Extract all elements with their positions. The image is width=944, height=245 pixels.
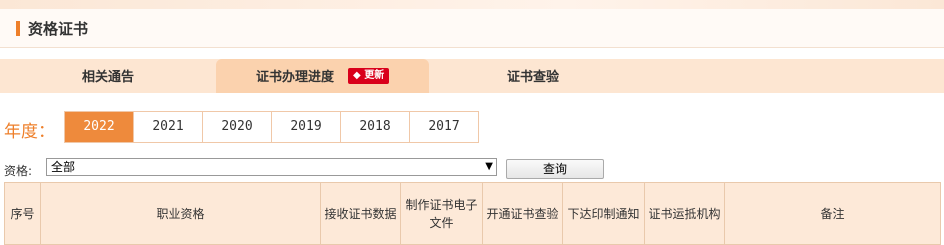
tab-label: 证书办理进度: [256, 70, 335, 85]
year-option[interactable]: 2021: [134, 112, 203, 142]
column-header: 证书运抵机构: [644, 182, 725, 245]
tab-certificate-progress[interactable]: 证书办理进度 ◆ 更新: [216, 59, 429, 93]
column-header: 序号: [4, 182, 41, 245]
page-title: 资格证书: [28, 20, 89, 38]
column-header: 接收证书数据: [320, 182, 401, 245]
qualification-select[interactable]: 全部 ▼: [46, 158, 497, 176]
tab-announcements[interactable]: 相关通告: [82, 59, 134, 93]
year-option[interactable]: 2018: [341, 112, 410, 142]
table-header-row: 序号 职业资格 接收证书数据 制作证书电子文件 开通证书查验 下达印制通知 证书…: [4, 182, 941, 245]
year-option[interactable]: 2019: [272, 112, 341, 142]
qualification-label: 资格:: [4, 164, 33, 178]
year-option[interactable]: 2022: [65, 112, 134, 142]
search-button[interactable]: 查询: [506, 159, 604, 179]
select-value: 全部: [51, 160, 76, 174]
top-decor-strip: [0, 0, 944, 9]
column-header: 下达印制通知: [562, 182, 645, 245]
year-label: 年度：: [4, 122, 55, 142]
tab-label: 相关通告: [82, 70, 135, 85]
tab-certificate-verification[interactable]: 证书查验: [507, 59, 559, 93]
update-badge: ◆ 更新: [348, 67, 390, 84]
section-header: 资格证书: [0, 9, 944, 48]
column-header: 职业资格: [40, 182, 321, 245]
column-header: 备注: [724, 182, 941, 245]
flame-icon: ◆: [353, 69, 361, 81]
column-header: 制作证书电子文件: [400, 182, 483, 245]
year-option[interactable]: 2017: [410, 112, 478, 142]
tab-label: 证书查验: [507, 70, 560, 85]
column-header: 开通证书查验: [482, 182, 563, 245]
progress-table: 序号 职业资格 接收证书数据 制作证书电子文件 开通证书查验 下达印制通知 证书…: [4, 182, 941, 245]
tab-bar: 相关通告 证书办理进度 ◆ 更新 证书查验: [0, 59, 944, 93]
dropdown-arrow-icon: ▼: [485, 161, 493, 172]
year-selector: 2022 2021 2020 2019 2018 2017: [64, 111, 479, 143]
year-option[interactable]: 2020: [203, 112, 272, 142]
header-accent-bar: [16, 21, 20, 36]
